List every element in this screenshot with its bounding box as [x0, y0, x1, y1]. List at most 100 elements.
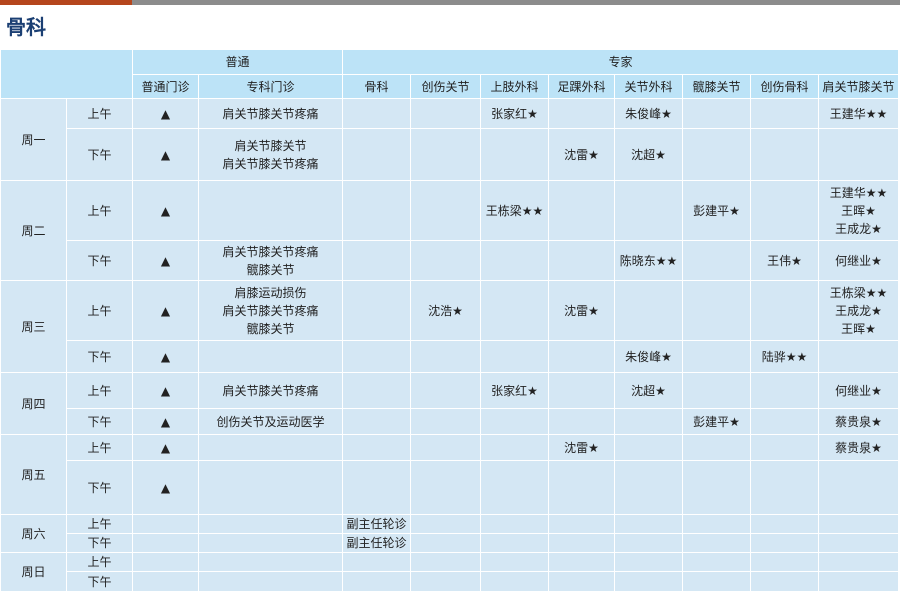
schedule-cell: 王伟★ — [750, 240, 820, 281]
schedule-cell — [342, 552, 412, 572]
period-label: 上午 — [66, 514, 133, 534]
column-header: 创伤关节 — [410, 74, 482, 99]
schedule-cell: 王建华★★ 王晖★ 王成龙★ — [818, 180, 900, 241]
schedule-cell: 沈浩★ — [410, 280, 482, 341]
schedule-cell — [682, 571, 752, 592]
schedule-cell — [818, 128, 900, 181]
page-title: 骨科 — [6, 15, 46, 39]
header-group-expert: 专家 — [342, 49, 900, 75]
schedule-cell — [750, 571, 820, 592]
schedule-row: 周日 上午 — [0, 552, 900, 592]
schedule-cell — [410, 128, 482, 181]
schedule-cell — [342, 180, 412, 241]
schedule-cell: 张家红★ — [480, 98, 550, 129]
schedule-cell: 肩膝运动损伤 肩关节膝关节疼痛 髋膝关节 — [197, 280, 344, 341]
schedule-cell — [197, 552, 344, 572]
column-header: 骨科 — [342, 74, 412, 99]
schedule-cell — [682, 240, 752, 281]
schedule-cell: 副主任轮诊 — [342, 533, 412, 553]
day-label: 周一 — [0, 98, 67, 181]
schedule-cell: 沈雷★ — [548, 434, 616, 461]
schedule-row: 下午 ▲ — [1, 460, 900, 515]
schedule-cell — [548, 514, 616, 534]
schedule-cell — [548, 460, 616, 515]
schedule-cell — [682, 533, 752, 553]
schedule-cell: 蔡贵泉★ — [818, 408, 900, 435]
schedule-cell — [548, 180, 616, 241]
schedule-cell — [614, 460, 684, 515]
schedule-cell — [682, 372, 752, 409]
schedule-cell — [342, 372, 412, 409]
period-label: 下午 — [66, 460, 133, 515]
column-header: 关节外科 — [614, 74, 684, 99]
header-column-row: 普通门诊 专科门诊 骨科 创伤关节 上肢外科 足踝外科 关节外科 髋膝关节 创伤骨科 肩关节膝关节 — [1, 74, 900, 99]
schedule-cell: 沈雷★ — [548, 280, 616, 341]
schedule-cell — [197, 340, 344, 373]
schedule-cell — [614, 514, 684, 534]
schedule-cell — [750, 514, 820, 534]
schedule-cell: 沈超★ — [614, 372, 684, 409]
schedule-cell — [682, 434, 752, 461]
day-label: 周三 — [0, 280, 67, 373]
period-label: 上午 — [66, 552, 133, 572]
schedule-cell — [480, 280, 550, 341]
schedule-cell — [614, 280, 684, 341]
period-label: 下午 — [66, 340, 133, 373]
column-header: 专科门诊 — [197, 74, 344, 99]
schedule-cell: 王栋梁★★ — [480, 180, 550, 241]
schedule-row: 周五 上午 ▲ 沈雷★ 蔡贵泉★ — [0, 434, 900, 515]
schedule-cell — [614, 571, 684, 592]
schedule-cell — [682, 460, 752, 515]
period-label: 下午 — [66, 408, 133, 435]
schedule-cell — [750, 434, 820, 461]
schedule-cell — [410, 460, 482, 515]
column-header: 普通门诊 — [132, 74, 199, 99]
schedule-row: 周三 上午 ▲ 肩膝运动损伤 肩关节膝关节疼痛 髋膝关节 沈浩★ 沈雷★ 王栋梁★★ 王成龙★ 王晖… — [0, 280, 900, 373]
schedule-cell — [480, 128, 550, 181]
header-group-general: 普通 — [131, 49, 344, 75]
schedule-cell — [197, 571, 344, 592]
schedule-cell — [750, 460, 820, 515]
schedule-cell — [132, 533, 199, 553]
schedule-cell: 陆骅★★ — [750, 340, 820, 373]
schedule-cell: 肩关节膝关节疼痛 — [197, 372, 344, 409]
schedule-cell — [548, 240, 616, 281]
schedule-cell: ▲ — [132, 180, 199, 241]
top-accent-bar — [0, 0, 900, 5]
period-label: 下午 — [66, 571, 133, 592]
schedule-cell — [197, 460, 344, 515]
schedule-cell — [197, 180, 344, 241]
schedule-row: 周二 上午 ▲ 王栋梁★★ 彭建平★ 王建华★★ 王晖★ 王成龙★ — [0, 180, 900, 281]
schedule-cell: ▲ — [132, 340, 199, 373]
schedule-cell — [410, 240, 482, 281]
schedule-cell — [480, 340, 550, 373]
schedule-cell — [342, 434, 412, 461]
schedule-cell — [342, 460, 412, 515]
schedule-cell — [342, 240, 412, 281]
period-label: 上午 — [66, 280, 133, 341]
schedule-cell: 王建华★★ — [818, 98, 900, 129]
schedule-cell — [750, 98, 820, 129]
schedule-row: 周六 上午 副主任轮诊 — [0, 514, 900, 553]
schedule-cell: 肩关节膝关节疼痛 髋膝关节 — [197, 240, 344, 281]
schedule-cell — [197, 434, 344, 461]
schedule-cell — [548, 98, 616, 129]
schedule-cell — [132, 552, 199, 572]
schedule-cell: 朱俊峰★ — [614, 340, 684, 373]
period-label: 上午 — [66, 372, 133, 409]
schedule-cell: ▲ — [132, 434, 199, 461]
schedule-cell — [410, 434, 482, 461]
schedule-cell: 肩关节膝关节疼痛 — [197, 98, 344, 129]
schedule-cell — [750, 552, 820, 572]
schedule-cell — [614, 180, 684, 241]
column-header: 足踝外科 — [548, 74, 616, 99]
schedule-cell: 沈雷★ — [548, 128, 616, 181]
schedule-cell — [750, 280, 820, 341]
schedule-cell — [410, 340, 482, 373]
schedule-cell — [197, 514, 344, 534]
schedule-cell — [342, 128, 412, 181]
schedule-cell: ▲ — [132, 128, 199, 181]
schedule-cell — [410, 552, 482, 572]
period-label: 上午 — [66, 434, 133, 461]
schedule-cell — [750, 533, 820, 553]
